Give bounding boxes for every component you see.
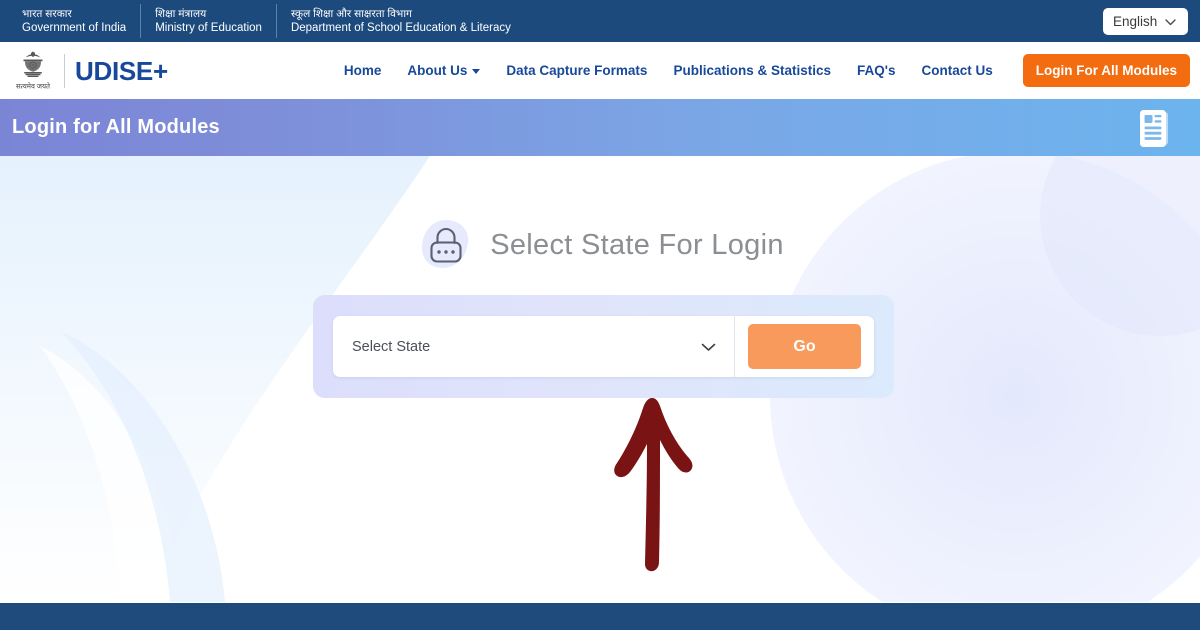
chevron-down-icon (1165, 14, 1176, 29)
go-button-cell: Go (735, 316, 874, 377)
gov-entity-department-school-education: स्कूल शिक्षा और साक्षरता विभाग Departmen… (275, 4, 525, 38)
nav-item-label: About Us (407, 63, 468, 78)
news-document-icon (1136, 105, 1182, 151)
gov-entity-ministry-of-education: शिक्षा मंत्रालय Ministry of Education (140, 4, 276, 38)
go-button[interactable]: Go (748, 324, 861, 369)
nav-item-home[interactable]: Home (344, 63, 382, 78)
footer-bar (0, 603, 1200, 630)
gov-entity-english: Department of School Education & Literac… (290, 21, 511, 34)
nav-item-label: Publications & Statistics (673, 63, 831, 78)
caret-down-icon (472, 69, 481, 74)
nav-item-label: Data Capture Formats (506, 63, 648, 78)
nav-links: Home About Us Data Capture Formats Publi… (344, 54, 1190, 87)
nav-item-about-us[interactable]: About Us (407, 63, 481, 78)
brand-block[interactable]: सत्यमेव जयते UDISE+ (12, 48, 168, 94)
gov-entity-hindi: भारत सरकार (22, 7, 72, 20)
gov-entity-english: Government of India (22, 21, 127, 34)
gov-entity-government-of-india: भारत सरकार Government of India (8, 4, 140, 38)
language-selector-wrapper: English (1103, 7, 1188, 35)
padlock-icon (416, 216, 476, 274)
page-title: Login for All Modules (12, 116, 220, 138)
nav-item-faqs[interactable]: FAQ's (857, 63, 895, 78)
brand-title: UDISE+ (75, 55, 168, 86)
nav-item-label: Contact Us (921, 63, 993, 78)
nav-item-publications-statistics[interactable]: Publications & Statistics (673, 63, 831, 78)
svg-text:सत्यमेव जयते: सत्यमेव जयते (16, 81, 51, 90)
chevron-down-icon (701, 340, 716, 354)
state-select-dropdown[interactable]: Select State (333, 316, 735, 377)
language-selector[interactable]: English (1103, 7, 1188, 35)
page-title-banner: Login for All Modules (0, 99, 1200, 156)
page-root: भारत सरकार Government of India शिक्षा मं… (0, 0, 1200, 630)
gov-entity-hindi: स्कूल शिक्षा और साक्षरता विभाग (290, 7, 412, 20)
nav-item-contact-us[interactable]: Contact Us (921, 63, 992, 78)
nav-item-label: FAQ's (857, 63, 896, 78)
language-selector-value: English (1113, 13, 1158, 29)
annotation-arrow-up-icon (604, 392, 709, 572)
select-state-heading: Select State For Login (490, 228, 784, 261)
gov-entity-hindi: शिक्षा मंत्रालय (155, 7, 207, 20)
select-state-row: Select State Go (333, 316, 874, 377)
brand-divider (64, 53, 65, 88)
gov-entity-english: Ministry of Education (155, 21, 262, 34)
nav-item-label: Home (343, 63, 382, 78)
main-navbar: सत्यमेव जयते UDISE+ Home About Us Data C… (0, 42, 1200, 99)
select-state-heading-row: Select State For Login (0, 216, 1200, 274)
state-select-value: Select State (352, 338, 431, 355)
main-content-area: Select State For Login Select State Go (0, 156, 1200, 602)
login-for-all-modules-button[interactable]: Login For All Modules (1022, 54, 1190, 87)
india-national-emblem-icon: सत्यमेव जयते (12, 48, 54, 94)
nav-item-data-capture-formats[interactable]: Data Capture Formats (506, 63, 647, 78)
select-state-card: Select State Go (313, 295, 894, 398)
government-top-bar: भारत सरकार Government of India शिक्षा मं… (0, 0, 1200, 42)
